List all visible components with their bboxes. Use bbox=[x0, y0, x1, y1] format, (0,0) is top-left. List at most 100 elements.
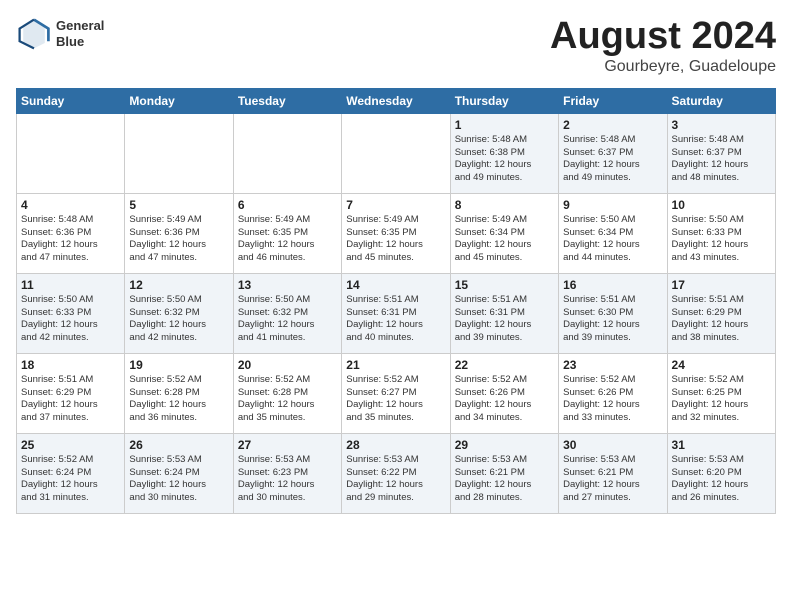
day-number: 21 bbox=[346, 358, 445, 372]
week-row-2: 4 Sunrise: 5:48 AMSunset: 6:36 PMDaylight… bbox=[17, 193, 776, 273]
day-info: Sunrise: 5:52 AMSunset: 6:26 PMDaylight:… bbox=[455, 374, 554, 425]
column-header-saturday: Saturday bbox=[667, 88, 775, 113]
calendar-cell bbox=[125, 113, 233, 193]
day-number: 19 bbox=[129, 358, 228, 372]
calendar-cell: 23Sunrise: 5:52 AMSunset: 6:26 PMDayligh… bbox=[559, 353, 667, 433]
day-info: Sunrise: 5:52 AMSunset: 6:25 PMDaylight:… bbox=[672, 374, 771, 425]
day-info: Sunrise: 5:51 AMSunset: 6:30 PMDaylight:… bbox=[563, 294, 662, 345]
day-info: Sunrise: 5:52 AMSunset: 6:28 PMDaylight:… bbox=[129, 374, 228, 425]
week-row-4: 18 Sunrise: 5:51 AMSunset: 6:29 PMDayligh… bbox=[17, 353, 776, 433]
column-header-tuesday: Tuesday bbox=[233, 88, 341, 113]
calendar-cell: 18 Sunrise: 5:51 AMSunset: 6:29 PMDayligh… bbox=[17, 353, 125, 433]
day-info: Sunrise: 5:51 AMSunset: 6:31 PMDaylight:… bbox=[455, 294, 554, 345]
logo-line1: General bbox=[56, 18, 104, 34]
day-info: Sunrise: 5:48 AMSunset: 6:37 PMDaylight:… bbox=[672, 134, 771, 185]
calendar-cell bbox=[17, 113, 125, 193]
day-info: Sunrise: 5:53 AMSunset: 6:24 PMDaylight:… bbox=[129, 454, 228, 505]
day-info: Sunrise: 5:48 AMSunset: 6:37 PMDaylight:… bbox=[563, 134, 662, 185]
day-number: 31 bbox=[672, 438, 771, 452]
calendar-cell: 22 Sunrise: 5:52 AMSunset: 6:26 PMDayligh… bbox=[450, 353, 558, 433]
day-number: 11 bbox=[21, 278, 120, 292]
calendar-cell: 25 Sunrise: 5:52 AMSunset: 6:24 PMDayligh… bbox=[17, 433, 125, 513]
calendar-cell: 6 Sunrise: 5:49 AMSunset: 6:35 PMDaylight… bbox=[233, 193, 341, 273]
day-info: Sunrise: 5:53 AMSunset: 6:21 PMDaylight:… bbox=[563, 454, 662, 505]
day-number: 10 bbox=[672, 198, 771, 212]
day-info: Sunrise: 5:53 AMSunset: 6:20 PMDaylight:… bbox=[672, 454, 771, 505]
calendar-cell: 17Sunrise: 5:51 AMSunset: 6:29 PMDayligh… bbox=[667, 273, 775, 353]
logo: General Blue bbox=[16, 16, 104, 52]
day-number: 28 bbox=[346, 438, 445, 452]
day-info: Sunrise: 5:49 AMSunset: 6:34 PMDaylight:… bbox=[455, 214, 554, 265]
calendar-cell: 15 Sunrise: 5:51 AMSunset: 6:31 PMDayligh… bbox=[450, 273, 558, 353]
month-year: August 2024 bbox=[550, 16, 776, 58]
calendar-cell: 13 Sunrise: 5:50 AMSunset: 6:32 PMDayligh… bbox=[233, 273, 341, 353]
column-header-wednesday: Wednesday bbox=[342, 88, 450, 113]
day-number: 25 bbox=[21, 438, 120, 452]
day-number: 24 bbox=[672, 358, 771, 372]
day-info: Sunrise: 5:51 AMSunset: 6:29 PMDaylight:… bbox=[21, 374, 120, 425]
day-info: Sunrise: 5:52 AMSunset: 6:24 PMDaylight:… bbox=[21, 454, 120, 505]
calendar-cell: 5Sunrise: 5:49 AMSunset: 6:36 PMDaylight… bbox=[125, 193, 233, 273]
calendar-cell: 29 Sunrise: 5:53 AMSunset: 6:21 PMDayligh… bbox=[450, 433, 558, 513]
calendar-cell: 19 Sunrise: 5:52 AMSunset: 6:28 PMDayligh… bbox=[125, 353, 233, 433]
calendar-cell: 9 Sunrise: 5:50 AMSunset: 6:34 PMDaylight… bbox=[559, 193, 667, 273]
calendar-table: SundayMondayTuesdayWednesdayThursdayFrid… bbox=[16, 88, 776, 514]
day-number: 7 bbox=[346, 198, 445, 212]
day-info: Sunrise: 5:51 AMSunset: 6:31 PMDaylight:… bbox=[346, 294, 445, 345]
day-info: Sunrise: 5:53 AMSunset: 6:23 PMDaylight:… bbox=[238, 454, 337, 505]
day-info: Sunrise: 5:48 AMSunset: 6:36 PMDaylight:… bbox=[21, 214, 120, 265]
calendar-cell: 24 Sunrise: 5:52 AMSunset: 6:25 PMDayligh… bbox=[667, 353, 775, 433]
day-number: 2 bbox=[563, 118, 662, 132]
day-number: 4 bbox=[21, 198, 120, 212]
day-number: 6 bbox=[238, 198, 337, 212]
day-number: 23 bbox=[563, 358, 662, 372]
calendar-cell: 20Sunrise: 5:52 AMSunset: 6:28 PMDayligh… bbox=[233, 353, 341, 433]
column-header-friday: Friday bbox=[559, 88, 667, 113]
logo-text: General Blue bbox=[56, 18, 104, 49]
day-number: 15 bbox=[455, 278, 554, 292]
calendar-cell: 14 Sunrise: 5:51 AMSunset: 6:31 PMDayligh… bbox=[342, 273, 450, 353]
calendar-cell: 26 Sunrise: 5:53 AMSunset: 6:24 PMDayligh… bbox=[125, 433, 233, 513]
calendar-cell: 7 Sunrise: 5:49 AMSunset: 6:35 PMDaylight… bbox=[342, 193, 450, 273]
calendar-cell: 4 Sunrise: 5:48 AMSunset: 6:36 PMDaylight… bbox=[17, 193, 125, 273]
day-number: 1 bbox=[455, 118, 554, 132]
week-row-1: 1 Sunrise: 5:48 AMSunset: 6:38 PMDaylight… bbox=[17, 113, 776, 193]
day-number: 26 bbox=[129, 438, 228, 452]
calendar-cell: 21Sunrise: 5:52 AMSunset: 6:27 PMDayligh… bbox=[342, 353, 450, 433]
day-info: Sunrise: 5:48 AMSunset: 6:38 PMDaylight:… bbox=[455, 134, 554, 185]
day-info: Sunrise: 5:53 AMSunset: 6:22 PMDaylight:… bbox=[346, 454, 445, 505]
day-number: 22 bbox=[455, 358, 554, 372]
day-info: Sunrise: 5:50 AMSunset: 6:33 PMDaylight:… bbox=[21, 294, 120, 345]
day-info: Sunrise: 5:49 AMSunset: 6:36 PMDaylight:… bbox=[129, 214, 228, 265]
day-number: 13 bbox=[238, 278, 337, 292]
day-number: 9 bbox=[563, 198, 662, 212]
day-number: 30 bbox=[563, 438, 662, 452]
day-info: Sunrise: 5:49 AMSunset: 6:35 PMDaylight:… bbox=[346, 214, 445, 265]
day-number: 17 bbox=[672, 278, 771, 292]
day-number: 29 bbox=[455, 438, 554, 452]
day-number: 27 bbox=[238, 438, 337, 452]
calendar-cell: 11 Sunrise: 5:50 AMSunset: 6:33 PMDayligh… bbox=[17, 273, 125, 353]
calendar-cell: 8Sunrise: 5:49 AMSunset: 6:34 PMDaylight… bbox=[450, 193, 558, 273]
day-info: Sunrise: 5:50 AMSunset: 6:34 PMDaylight:… bbox=[563, 214, 662, 265]
week-row-3: 11 Sunrise: 5:50 AMSunset: 6:33 PMDayligh… bbox=[17, 273, 776, 353]
calendar-cell: 1 Sunrise: 5:48 AMSunset: 6:38 PMDaylight… bbox=[450, 113, 558, 193]
day-number: 14 bbox=[346, 278, 445, 292]
column-header-sunday: Sunday bbox=[17, 88, 125, 113]
day-info: Sunrise: 5:50 AMSunset: 6:32 PMDaylight:… bbox=[238, 294, 337, 345]
day-info: Sunrise: 5:50 AMSunset: 6:32 PMDaylight:… bbox=[129, 294, 228, 345]
day-info: Sunrise: 5:53 AMSunset: 6:21 PMDaylight:… bbox=[455, 454, 554, 505]
calendar-cell: 2 Sunrise: 5:48 AMSunset: 6:37 PMDaylight… bbox=[559, 113, 667, 193]
day-number: 12 bbox=[129, 278, 228, 292]
location: Gourbeyre, Guadeloupe bbox=[550, 58, 776, 76]
day-info: Sunrise: 5:52 AMSunset: 6:28 PMDaylight:… bbox=[238, 374, 337, 425]
day-number: 18 bbox=[21, 358, 120, 372]
column-header-monday: Monday bbox=[125, 88, 233, 113]
calendar-cell: 30 Sunrise: 5:53 AMSunset: 6:21 PMDayligh… bbox=[559, 433, 667, 513]
day-info: Sunrise: 5:49 AMSunset: 6:35 PMDaylight:… bbox=[238, 214, 337, 265]
calendar-cell: 27 Sunrise: 5:53 AMSunset: 6:23 PMDayligh… bbox=[233, 433, 341, 513]
logo-icon bbox=[16, 16, 52, 52]
week-row-5: 25 Sunrise: 5:52 AMSunset: 6:24 PMDayligh… bbox=[17, 433, 776, 513]
logo-line2: Blue bbox=[56, 34, 104, 50]
page-header: General Blue August 2024 Gourbeyre, Guad… bbox=[16, 16, 776, 76]
